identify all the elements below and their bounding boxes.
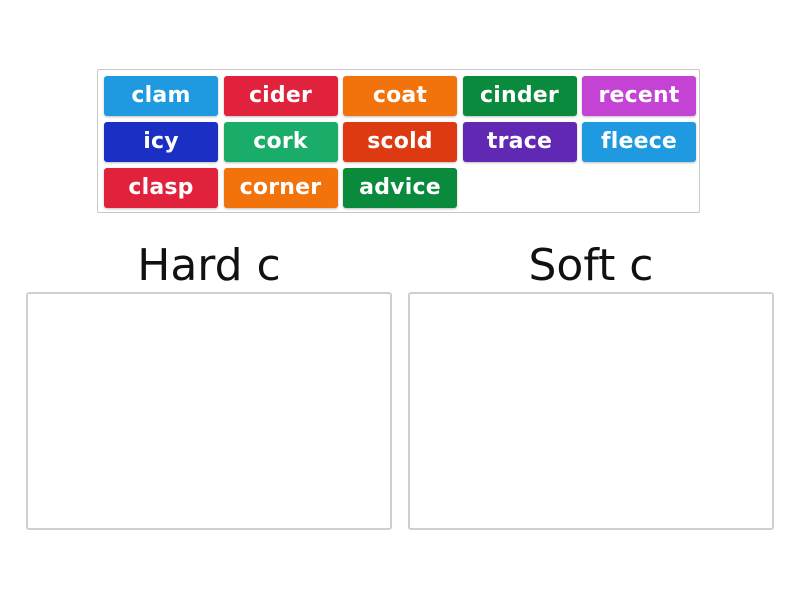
word-tile-recent[interactable]: recent <box>582 76 696 116</box>
group-sort-activity: clam cider coat cinder recent icy cork scold tra… <box>0 0 800 600</box>
word-tile-coat[interactable]: coat <box>343 76 457 116</box>
hard-c-title: Hard c <box>137 240 281 291</box>
word-tile-cider[interactable]: cider <box>223 76 338 116</box>
word-tile-corner[interactable]: corner <box>223 168 338 208</box>
word-tile-clasp[interactable]: clasp <box>104 168 218 208</box>
soft-c-title: Soft c <box>528 240 654 291</box>
word-tile-advice[interactable]: advice <box>343 168 457 208</box>
hard-c-drop-zone[interactable] <box>26 292 392 530</box>
word-tile-cork[interactable]: cork <box>223 122 338 162</box>
word-tile-clam[interactable]: clam <box>104 76 218 116</box>
soft-c-drop-zone[interactable] <box>408 292 774 530</box>
word-tile-scold[interactable]: scold <box>343 122 457 162</box>
word-tile-trace[interactable]: trace <box>462 122 577 162</box>
word-tile-cinder[interactable]: cinder <box>462 76 577 116</box>
word-tile-fleece[interactable]: fleece <box>582 122 696 162</box>
word-tile-icy[interactable]: icy <box>104 122 218 162</box>
word-tile-bank: clam cider coat cinder recent icy cork scold tra… <box>97 69 700 213</box>
